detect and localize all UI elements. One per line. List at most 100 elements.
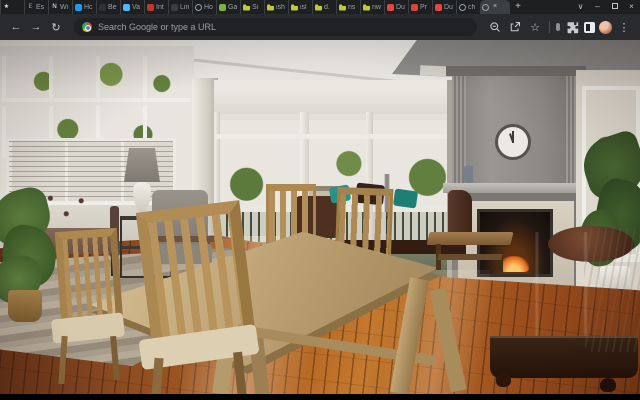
close-button[interactable]: × [623, 0, 640, 14]
address-bar[interactable]: Search Google or type a URL [74, 18, 477, 36]
address-bar-placeholder: Search Google or type a URL [98, 22, 217, 32]
tab-close-icon[interactable]: × [493, 0, 497, 14]
door-header [214, 80, 460, 114]
tab-title: Pr [420, 3, 427, 11]
table-lamp-shade [124, 148, 160, 182]
tab-favicon-icon [339, 4, 346, 11]
new-tab-button[interactable]: + [510, 0, 526, 14]
cream-throw-blanket [584, 228, 640, 352]
mantel-canister [464, 166, 473, 183]
window-mullions [2, 56, 190, 102]
browser-window: ★ E Es N Wi Hc Be Va Int Lin Ho Ga Si is… [0, 0, 640, 400]
tab-favicon-icon [267, 4, 274, 11]
bookmark-star-icon[interactable]: ☆ [527, 21, 543, 34]
menu-kebab-icon[interactable]: ⋮ [616, 21, 632, 34]
reload-button[interactable]: ↻ [48, 21, 64, 34]
browser-tab[interactable]: Hc [72, 0, 96, 14]
browser-tab[interactable]: × [480, 0, 510, 14]
tab-favicon-icon [435, 3, 442, 11]
toolbar-divider [549, 21, 550, 33]
tab-title: Du [396, 3, 405, 11]
tab-favicon-icon: E [28, 3, 33, 10]
window-controls: ∨ – × [572, 0, 640, 14]
tab-favicon-icon [147, 3, 154, 11]
browser-tab[interactable]: ★ [0, 0, 24, 14]
back-button[interactable]: ← [8, 21, 24, 33]
tab-favicon-icon [123, 3, 130, 11]
browser-tab[interactable]: N Wi [48, 0, 72, 14]
bottom-black-bar [0, 394, 640, 400]
tab-title: ch [468, 3, 476, 11]
tab-title: Ga [228, 3, 238, 11]
tab-favicon-icon [171, 3, 178, 11]
tab-favicon-icon [459, 3, 466, 11]
browser-tab[interactable]: nw [360, 0, 384, 14]
tab-favicon-icon [411, 3, 418, 11]
browser-tab[interactable]: Si [240, 0, 264, 14]
browser-tab[interactable]: Pr [408, 0, 432, 14]
zoom-icon[interactable] [487, 19, 503, 35]
browser-tab[interactable]: d. [312, 0, 336, 14]
teal-pillow [392, 188, 419, 209]
tab-favicon-icon: N [52, 3, 57, 10]
tab-title: ns [348, 3, 356, 11]
extensions-puzzle-icon[interactable] [564, 19, 580, 35]
tab-favicon-icon: ★ [3, 3, 10, 10]
google-logo-icon [82, 22, 92, 32]
tab-title: Du [444, 3, 453, 11]
tab-title: Int [156, 3, 164, 11]
wall-clock [495, 124, 531, 160]
tab-strip-spacer [526, 0, 572, 14]
tab-favicon-icon [99, 3, 106, 11]
tab-title: d. [324, 3, 330, 11]
tab-strip: ★ E Es N Wi Hc Be Va Int Lin Ho Ga Si is… [0, 0, 640, 14]
tab-title: Hc [84, 3, 93, 11]
tab-list: ★ E Es N Wi Hc Be Va Int Lin Ho Ga Si is… [0, 0, 510, 14]
tab-title: Si [252, 3, 259, 11]
browser-tab[interactable]: Va [120, 0, 144, 14]
browser-tab[interactable]: Du [384, 0, 408, 14]
browser-tab[interactable]: isl [288, 0, 312, 14]
tab-title: ish [276, 3, 285, 11]
browser-tab[interactable]: ch [456, 0, 480, 14]
tab-favicon-icon [291, 4, 298, 11]
tab-favicon-icon [315, 4, 322, 11]
browser-tab[interactable]: Lin [168, 0, 192, 14]
tab-favicon-icon [75, 3, 82, 11]
browser-tab[interactable]: Ho [192, 0, 216, 14]
armchair-foot [496, 372, 511, 387]
tab-title: isl [300, 3, 307, 11]
fireplace-cornice [446, 66, 586, 76]
browser-tab[interactable]: Int [144, 0, 168, 14]
new-tab-background-photo [0, 40, 640, 394]
share-icon[interactable] [507, 19, 523, 35]
browser-tab[interactable]: ish [264, 0, 288, 14]
tab-favicon-icon [387, 3, 394, 11]
forward-button[interactable]: → [28, 21, 44, 33]
browser-tab[interactable]: Du [432, 0, 456, 14]
tab-title: Be [108, 3, 117, 11]
tab-search-chevron-icon[interactable]: ∨ [572, 0, 589, 14]
pinned-extension-icon[interactable] [556, 23, 560, 31]
armchair-foot [600, 378, 616, 392]
tab-title: Es [36, 3, 45, 11]
tab-title: nw [372, 3, 381, 11]
tab-title: Wi [60, 3, 69, 11]
tab-favicon-icon [243, 4, 250, 11]
tab-title: Va [132, 3, 141, 11]
door-transom-bar [214, 134, 458, 139]
side-panel-extension-icon[interactable] [584, 21, 595, 33]
tab-title: Lin [180, 3, 190, 11]
minimize-button[interactable]: – [589, 0, 606, 14]
browser-tab[interactable]: Ga [216, 0, 240, 14]
browser-toolbar: ← → ↻ Search Google or type a URL ☆ ⋮ [0, 14, 640, 40]
profile-avatar[interactable] [599, 20, 612, 34]
maximize-button[interactable] [606, 0, 623, 14]
tab-title: Ho [204, 3, 213, 11]
browser-tab[interactable]: E Es [24, 0, 48, 14]
dining-chair-back [54, 227, 124, 327]
tab-favicon-icon [482, 3, 489, 11]
browser-tab[interactable]: ns [336, 0, 360, 14]
browser-tab[interactable]: Be [96, 0, 120, 14]
tab-favicon-icon [219, 3, 226, 11]
